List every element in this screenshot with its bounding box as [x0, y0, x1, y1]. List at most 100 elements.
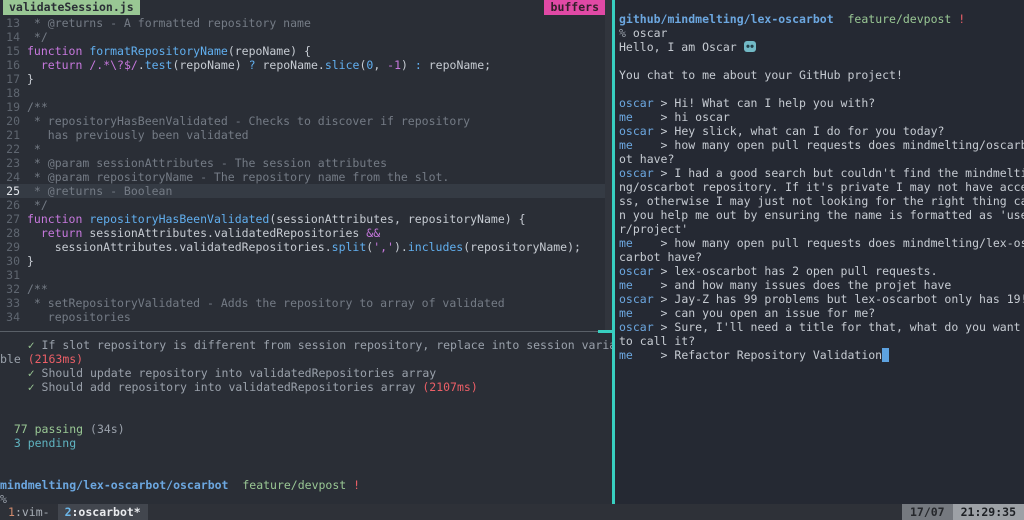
terminal-row: 26 */: [0, 198, 612, 212]
oscarbot-chat-pane[interactable]: github/mindmelting/lex-oscarbot feature/…: [615, 0, 1024, 504]
line-number: 14: [6, 30, 20, 44]
terminal-row: 34 repositories: [0, 310, 612, 324]
terminal-row: 18: [0, 86, 612, 100]
line-number: 34: [6, 310, 20, 324]
window-tab-oscarbot-active[interactable]: 2:oscarbot*: [57, 504, 148, 520]
line-number: 24: [6, 170, 20, 184]
terminal-row: oscar > I had a good search but couldn't…: [619, 166, 1024, 180]
terminal-row: [619, 54, 1024, 68]
terminal-row: ot have?: [619, 152, 675, 166]
line-number: 15: [6, 44, 20, 58]
terminal-row: 28 return sessionAttributes.validatedRep…: [0, 226, 612, 240]
terminal-row: 14 */: [0, 30, 612, 44]
terminal-row: 29 sessionAttributes.validatedRepositori…: [0, 240, 612, 254]
window-tab-vim-number: 1: [8, 505, 15, 519]
terminal-row: 20 * repositoryHasBeenValidated - Checks…: [0, 114, 612, 128]
line-number: 30: [6, 254, 20, 268]
pane-border-junction: [598, 330, 612, 333]
editor-cursor-line: 25 * @returns - Boolean: [0, 184, 612, 198]
terminal-row: github/mindmelting/lex-oscarbot feature/…: [619, 12, 966, 26]
line-number: 32: [6, 282, 20, 296]
terminal-row: me > Refactor Repository Validation: [619, 348, 1024, 362]
terminal-row: ng/oscarbot repository. If it's private …: [619, 180, 1024, 194]
terminal-row: You chat to me about your GitHub project…: [619, 68, 903, 82]
line-number: 25: [6, 184, 20, 198]
terminal-row: me > and how many issues does the projet…: [619, 278, 952, 292]
terminal-row: 21 has previously been validated: [0, 128, 612, 142]
terminal-row: 77 passing (34s): [0, 422, 125, 436]
terminal-row: 23 * @param sessionAttributes - The sess…: [0, 156, 612, 170]
line-number: 27: [6, 212, 20, 226]
terminal-row: ss, otherwise I may just not looking for…: [619, 194, 1024, 208]
terminal-row: 24 * @param repositoryName - The reposit…: [0, 170, 612, 184]
status-clock: 21:29:35: [952, 504, 1024, 520]
line-number: 28: [6, 226, 20, 240]
window-tab-oscarbot-label: :oscarbot*: [71, 505, 141, 519]
terminal-row: % oscar: [619, 26, 668, 40]
terminal-row: [0, 408, 612, 422]
terminal-row: [0, 450, 612, 464]
terminal-row: me > hi oscar: [619, 110, 730, 124]
terminal-row: 17}: [0, 72, 612, 86]
terminal-row: me > how many open pull requests does mi…: [619, 138, 1024, 152]
text-cursor: [882, 348, 890, 362]
terminal-row: carbot have?: [619, 250, 703, 264]
terminal-row: 31: [0, 268, 612, 282]
terminal-row: Hello, I am Oscar: [619, 40, 1024, 54]
line-number: 29: [6, 240, 20, 254]
terminal-row: r/project': [619, 222, 689, 236]
tmux-status-bar: 1:vim- 2:oscarbot* 17/07 21:29:35: [0, 504, 1024, 520]
window-tab-vim-label: :vim-: [14, 505, 50, 519]
terminal-row: 33 * setRepositoryValidated - Adds the r…: [0, 296, 612, 310]
terminal-row: oscar > Hey slick, what can I do for you…: [619, 124, 945, 138]
line-number: 17: [6, 72, 20, 86]
line-number: 33: [6, 296, 20, 310]
vim-editor-pane[interactable]: validateSession.js buffers 13 * @returns…: [0, 0, 612, 331]
editor-right-gutter: [605, 0, 612, 331]
terminal-row: oscar > Hi! What can I help you with?: [619, 96, 876, 110]
terminal-row: [0, 394, 612, 408]
line-number: 16: [6, 58, 20, 72]
line-number: 23: [6, 156, 20, 170]
window-tab-vim[interactable]: 1:vim-: [0, 504, 50, 520]
line-number: 26: [6, 198, 20, 212]
terminal-row: ble (2163ms): [0, 352, 84, 366]
line-number: 21: [6, 128, 20, 142]
robot-emoji-icon: [743, 41, 756, 52]
terminal-row: 13 * @returns - A formatted repository n…: [0, 16, 612, 30]
line-number: 19: [6, 100, 20, 114]
tmux-terminal: validateSession.js buffers 13 * @returns…: [0, 0, 1024, 520]
line-number: 20: [6, 114, 20, 128]
terminal-row: 15 function formatRepositoryName(repoName…: [0, 44, 612, 58]
terminal-row: ✓ Should update repository into validate…: [0, 366, 437, 380]
terminal-row: oscar > Jay-Z has 99 problems but lex-os…: [619, 292, 1024, 306]
terminal-row: [619, 82, 1024, 96]
test-output-pane[interactable]: ✓ If slot repository is different from s…: [0, 332, 612, 504]
line-number: 13: [6, 16, 20, 30]
terminal-row: me > can you open an issue for me?: [619, 306, 876, 320]
terminal-row: me > how many open pull requests does mi…: [619, 236, 1024, 250]
tab-validatesession-js[interactable]: validateSession.js: [3, 0, 140, 15]
terminal-row: 30}: [0, 254, 612, 268]
terminal-row: n you help me out by ensuring the name i…: [619, 208, 1024, 222]
line-number: 18: [6, 86, 20, 100]
terminal-row: 32/**: [0, 282, 612, 296]
line-number: 22: [6, 142, 20, 156]
terminal-row: [0, 464, 612, 478]
terminal-row: ✓ Should add repository into validatedRe…: [0, 380, 478, 394]
status-date: 17/07: [901, 504, 953, 520]
terminal-row: %: [0, 492, 7, 504]
buffers-tab-label[interactable]: buffers: [543, 0, 606, 15]
test-output-lines: ✓ If slot repository is different from s…: [0, 338, 612, 504]
editor-code-lines: 13 * @returns - A formatted repository n…: [0, 16, 612, 324]
terminal-row: to call it?: [619, 334, 696, 348]
terminal-row: 3 pending: [0, 436, 77, 450]
left-terminal-pane[interactable]: validateSession.js buffers 13 * @returns…: [0, 0, 612, 504]
terminal-row: 27 function repositoryHasBeenValidated(se…: [0, 212, 612, 226]
terminal-row: oscar > lex-oscarbot has 2 open pull req…: [619, 264, 938, 278]
vim-tabline: validateSession.js buffers: [0, 0, 612, 16]
terminal-row: mindmelting/lex-oscarbot/oscarbot featur…: [0, 478, 361, 492]
chat-lines: github/mindmelting/lex-oscarbot feature/…: [619, 12, 1024, 362]
line-number: 31: [6, 268, 20, 282]
window-tab-oscarbot-number: 2: [64, 505, 72, 519]
